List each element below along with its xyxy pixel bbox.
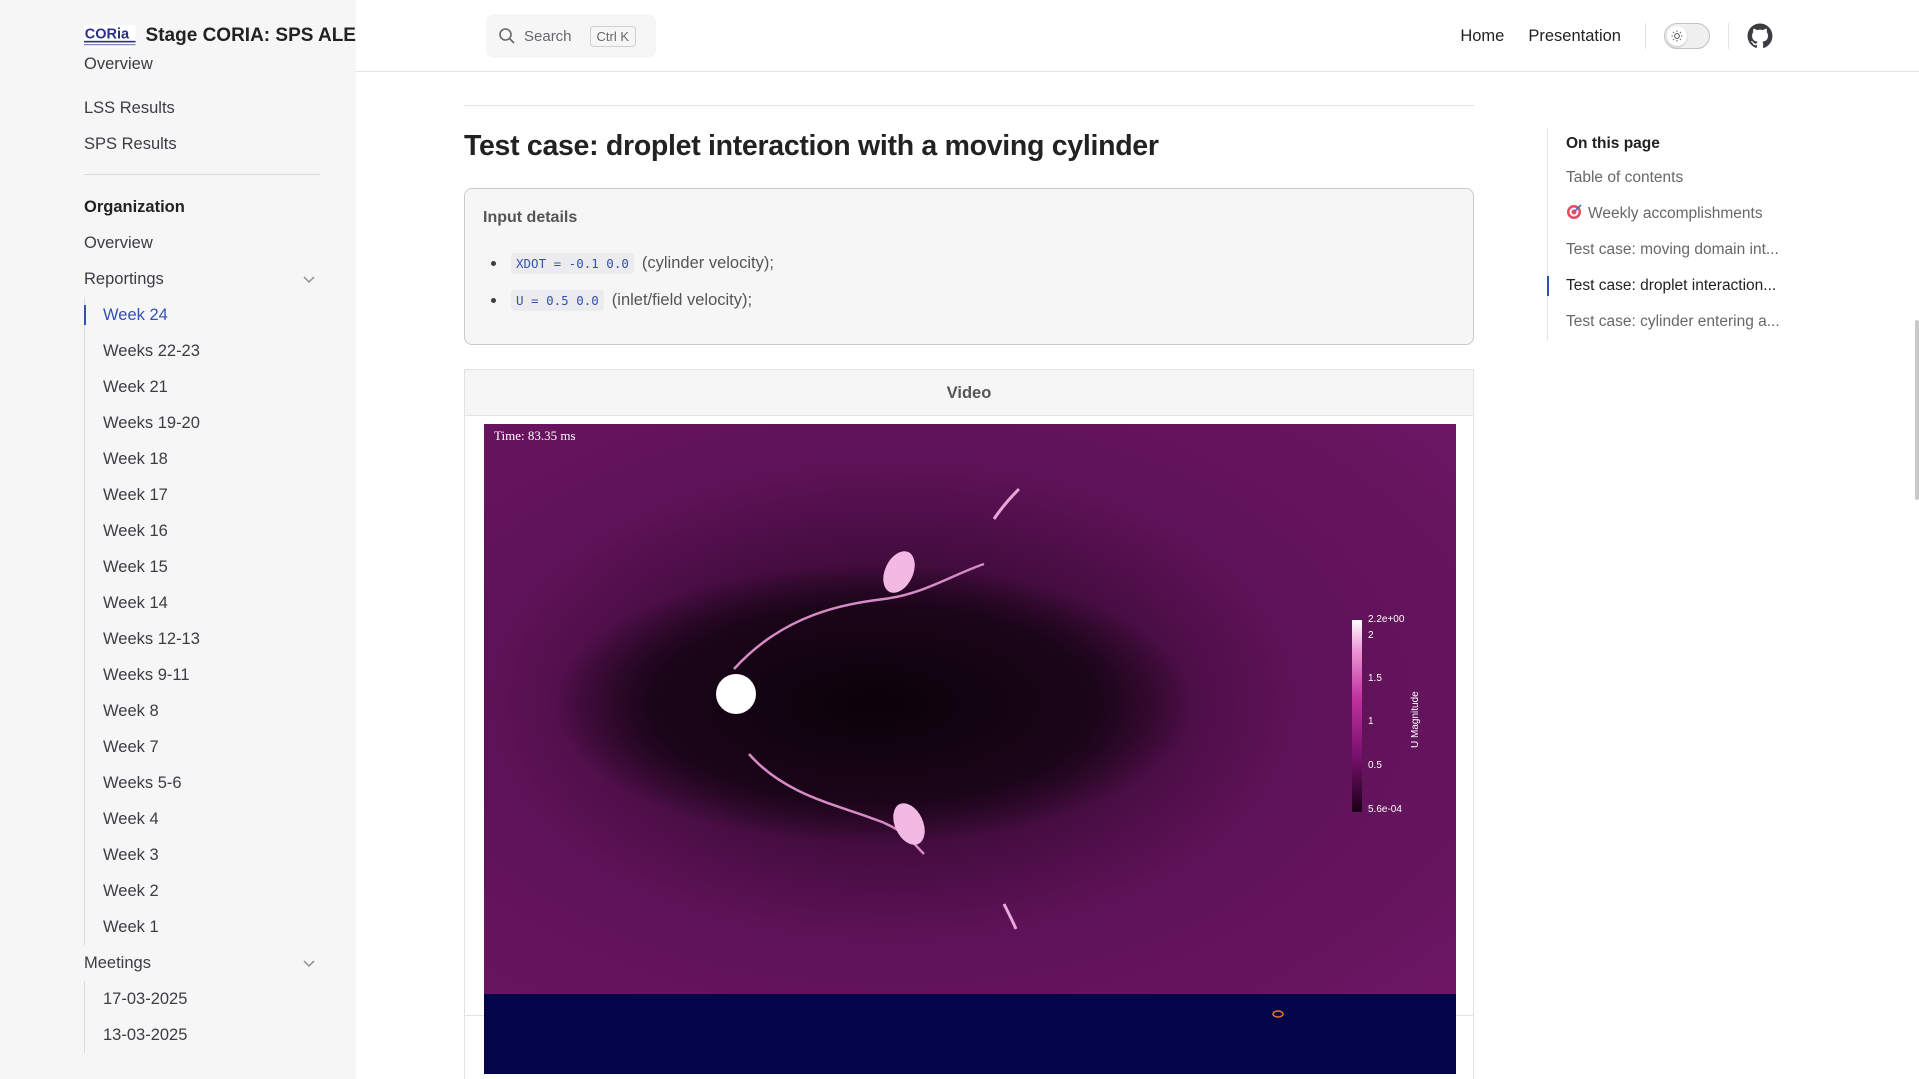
chevron-down-icon[interactable] <box>302 956 316 970</box>
coria-logo: CORia <box>84 24 136 48</box>
input-details-box: Input details XDOT = -0.1 0.0 (cylinder … <box>464 188 1474 345</box>
sidebar-item-week-17[interactable]: Week 17 <box>103 477 320 513</box>
search-label: Search <box>524 27 572 45</box>
colorbar-tick-0-5: 0.5 <box>1368 760 1382 771</box>
sidebar-item-sps-results[interactable]: SPS Results <box>84 126 320 162</box>
details-title: Input details <box>483 209 578 226</box>
colorbar-tick-1: 1 <box>1368 716 1374 727</box>
toc-item-table-of-contents[interactable]: Table of contents <box>1548 160 1807 196</box>
nav-link-home[interactable]: Home <box>1460 27 1504 46</box>
colorbar-title: U Magnitude <box>1410 691 1421 748</box>
search-button[interactable]: Search Ctrl K <box>486 14 656 58</box>
sidebar-item-week-3[interactable]: Week 3 <box>103 837 320 873</box>
toc-item-label: Weekly accomplishments <box>1588 205 1763 222</box>
section-heading: Test case: droplet interaction with a mo… <box>464 130 1159 162</box>
sidebar-item-weeks-22-23[interactable]: Weeks 22-23 <box>103 333 320 369</box>
sidebar-item-weeks-5-6[interactable]: Weeks 5-6 <box>103 765 320 801</box>
sidebar-item-week-15[interactable]: Week 15 <box>103 549 320 585</box>
sidebar-item-week-21[interactable]: Week 21 <box>103 369 320 405</box>
sidebar: CORia Stage CORIA: SPS ALE Overview LSS … <box>0 0 356 1079</box>
toc-item-cylinder-entering[interactable]: Test case: cylinder entering a... <box>1548 304 1807 340</box>
page-scrollbar[interactable] <box>1915 320 1919 500</box>
table-header: Video <box>465 370 1473 416</box>
inline-code: XDOT = -0.1 0.0 <box>511 253 634 274</box>
toc-item-moving-domain[interactable]: Test case: moving domain int... <box>1548 232 1807 268</box>
sidebar-nav: Overview LSS Results SPS Results Organiz… <box>84 55 320 1053</box>
sidebar-item-week-7[interactable]: Week 7 <box>103 729 320 765</box>
sun-icon <box>1671 30 1683 42</box>
colorbar-tick-max: 2.2e+00 <box>1368 614 1405 625</box>
on-this-page: On this page Table of contents Weekly ac… <box>1547 128 1807 340</box>
sidebar-divider <box>84 174 320 175</box>
sidebar-item-meeting-13-03-2025[interactable]: 13-03-2025 <box>103 1017 320 1053</box>
cylinder <box>716 674 756 714</box>
time-label: Time: 83.35 ms <box>494 428 576 443</box>
theme-toggle[interactable] <box>1664 23 1710 49</box>
list-item: XDOT = -0.1 0.0 (cylinder velocity); <box>483 245 1455 282</box>
sidebar-item-week-8[interactable]: Week 8 <box>103 693 320 729</box>
sidebar-item-week-16[interactable]: Week 16 <box>103 513 320 549</box>
outline-title: On this page <box>1566 135 1660 152</box>
colorbar-tick-1-5: 1.5 <box>1368 673 1382 684</box>
sidebar-group-reportings[interactable]: Reportings <box>84 261 320 297</box>
sidebar-item-week-14[interactable]: Week 14 <box>103 585 320 621</box>
sidebar-item-weeks-12-13[interactable]: Weeks 12-13 <box>103 621 320 657</box>
github-icon[interactable] <box>1747 23 1773 49</box>
sidebar-group-meetings[interactable]: Meetings <box>84 945 320 981</box>
sidebar-item-lss-results[interactable]: LSS Results <box>84 90 320 126</box>
sidebar-item-weeks-9-11[interactable]: Weeks 9-11 <box>103 657 320 693</box>
sidebar-item-week-24[interactable]: Week 24 <box>84 297 320 333</box>
sidebar-item-week-1[interactable]: Week 1 <box>103 909 320 945</box>
brand[interactable]: CORia Stage CORIA: SPS ALE <box>0 0 356 72</box>
meetings-list: 17-03-2025 13-03-2025 <box>84 981 320 1053</box>
top-nav: Search Ctrl K Home Presentation <box>356 0 1919 72</box>
target-icon <box>1567 204 1582 219</box>
sidebar-item-week-2[interactable]: Week 2 <box>103 873 320 909</box>
site-title: Stage CORIA: SPS ALE <box>145 25 356 46</box>
main-content: Test case: droplet interaction with a mo… <box>464 72 1474 1079</box>
search-shortcut: Ctrl K <box>589 25 637 47</box>
second-video-preview[interactable] <box>484 994 1456 1074</box>
list-item: U = 0.5 0.0 (inlet/field velocity); <box>483 282 1455 319</box>
sidebar-item-overview[interactable]: Overview <box>84 225 320 261</box>
simulation-video[interactable]: Time: 83.35 ms 2.2e+00 2 1.5 1 0.5 5.6e-… <box>484 424 1456 1002</box>
nav-link-presentation[interactable]: Presentation <box>1528 27 1621 46</box>
particle-marker <box>1272 1010 1284 1018</box>
colorbar <box>1352 620 1362 812</box>
sidebar-item-week-18[interactable]: Week 18 <box>103 441 320 477</box>
toc-item-weekly-accomplishments[interactable]: Weekly accomplishments <box>1548 196 1807 232</box>
nav-links: Home Presentation <box>1460 0 1919 72</box>
toc-item-droplet-interaction[interactable]: Test case: droplet interaction... <box>1547 268 1807 304</box>
sidebar-item-weeks-19-20[interactable]: Weeks 19-20 <box>103 405 320 441</box>
nav-divider <box>1728 23 1729 49</box>
sidebar-heading-organization: Organization <box>84 198 185 216</box>
inline-code: U = 0.5 0.0 <box>511 290 604 311</box>
sidebar-item-meeting-17-03-2025[interactable]: 17-03-2025 <box>103 981 320 1017</box>
search-icon <box>499 28 515 44</box>
list-item-text: (inlet/field velocity); <box>611 291 753 309</box>
colorbar-tick-min: 5.6e-04 <box>1368 804 1402 815</box>
nav-divider <box>1645 23 1646 49</box>
wake-region <box>554 564 1194 844</box>
details-list: XDOT = -0.1 0.0 (cylinder velocity); U =… <box>483 245 1455 319</box>
list-item-text: (cylinder velocity); <box>641 254 774 272</box>
sidebar-item-overview-partial[interactable]: Overview <box>84 50 153 78</box>
video-table: Video Time: 83.35 ms 2.2e+00 2 1.5 1 0.5… <box>464 369 1474 1079</box>
sidebar-group-label: Meetings <box>84 953 151 972</box>
sidebar-group-label: Reportings <box>84 269 164 288</box>
reportings-list: Week 24 Weeks 22-23 Week 21 Weeks 19-20 … <box>84 297 320 945</box>
toggle-knob <box>1667 26 1687 46</box>
sidebar-item-week-4[interactable]: Week 4 <box>103 801 320 837</box>
section-divider <box>464 105 1474 106</box>
svg-text:CORia: CORia <box>85 26 130 42</box>
chevron-down-icon[interactable] <box>302 272 316 286</box>
table-cell: Time: 83.35 ms 2.2e+00 2 1.5 1 0.5 5.6e-… <box>465 416 1473 1016</box>
colorbar-tick-2: 2 <box>1368 630 1374 641</box>
